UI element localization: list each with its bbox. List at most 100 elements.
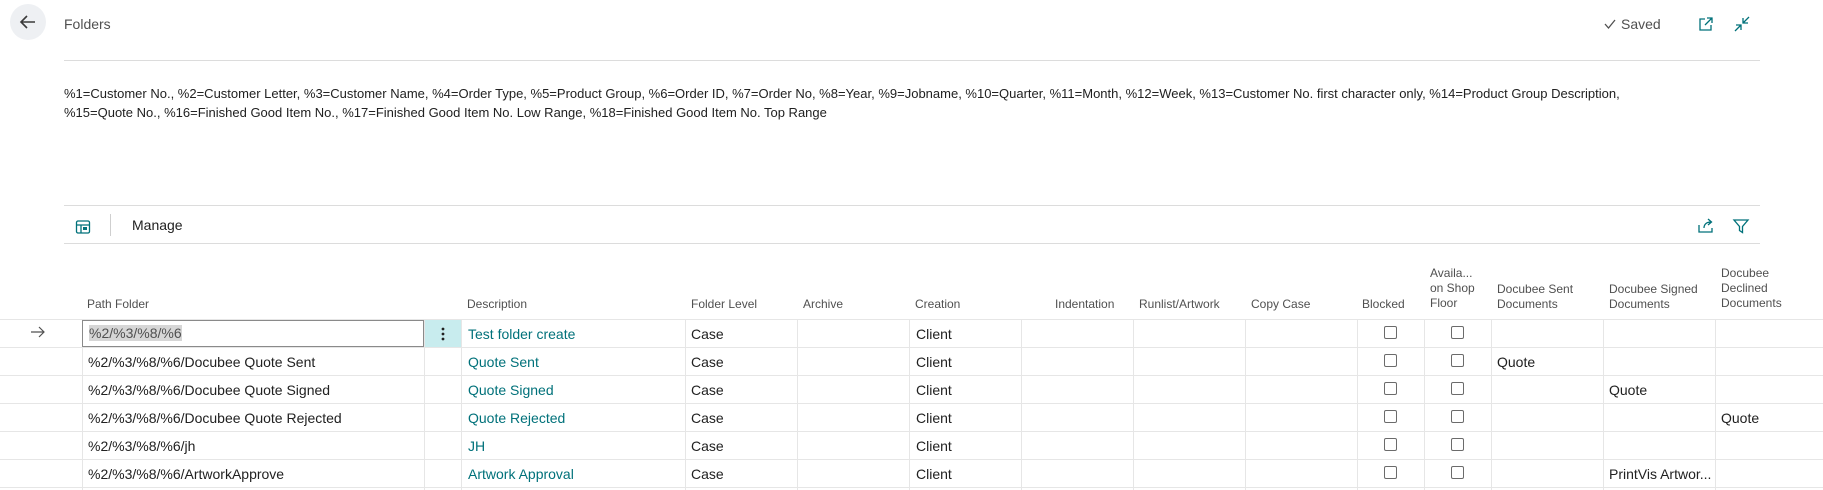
blocked-checkbox[interactable]	[1384, 410, 1397, 423]
row-divider	[0, 487, 1823, 488]
column-header-runlist-artwork[interactable]: Runlist/Artwork	[1139, 297, 1220, 312]
path-folder-cell[interactable]: %2/%3/%8/%6/Docubee Quote Signed	[88, 382, 330, 398]
column-header-copy-case[interactable]: Copy Case	[1251, 297, 1310, 312]
creation-cell[interactable]: Client	[916, 354, 952, 370]
blocked-checkbox[interactable]	[1384, 326, 1397, 339]
description-link[interactable]: Quote Signed	[468, 382, 554, 398]
creation-cell[interactable]: Client	[916, 466, 952, 482]
path-folder-cell[interactable]: %2/%3/%8/%6/ArtworkApprove	[88, 466, 284, 482]
row-divider	[0, 375, 1823, 376]
folder-level-cell[interactable]: Case	[691, 326, 724, 342]
blocked-checkbox[interactable]	[1384, 382, 1397, 395]
column-header-indentation[interactable]: Indentation	[1055, 297, 1114, 312]
blocked-checkbox[interactable]	[1384, 354, 1397, 367]
folder-level-cell[interactable]: Case	[691, 382, 724, 398]
row-pointer-icon	[31, 326, 45, 338]
column-divider	[1715, 319, 1716, 490]
description-link[interactable]: JH	[468, 438, 485, 454]
available-on-shop-floor-checkbox[interactable]	[1451, 410, 1464, 423]
available-on-shop-floor-checkbox[interactable]	[1451, 466, 1464, 479]
available-on-shop-floor-checkbox[interactable]	[1451, 438, 1464, 451]
docubee-declined-cell[interactable]: Quote	[1721, 410, 1759, 426]
column-header-docubee-sent[interactable]: Docubee Sent Documents	[1497, 282, 1573, 312]
save-status-label: Saved	[1621, 16, 1661, 32]
column-divider	[1133, 319, 1134, 490]
folder-level-cell[interactable]: Case	[691, 438, 724, 454]
path-folder-cell[interactable]: %2/%3/%8/%6/jh	[88, 438, 195, 454]
path-folder-cell[interactable]: %2/%3/%8/%6/Docubee Quote Rejected	[88, 410, 342, 426]
checkmark-icon	[1604, 19, 1616, 30]
path-folder-input[interactable]: %2/%3/%8/%6	[82, 320, 424, 347]
docubee-signed-cell[interactable]: PrintVis Artwor...	[1609, 466, 1711, 482]
docubee-sent-cell[interactable]: Quote	[1497, 354, 1535, 370]
path-folder-cell[interactable]: %2/%3/%8/%6/Docubee Quote Sent	[88, 354, 315, 370]
column-header-line: Declined	[1721, 281, 1768, 295]
back-button[interactable]	[10, 4, 46, 40]
column-header-line: on Shop	[1430, 281, 1475, 295]
description-link[interactable]: Quote Rejected	[468, 410, 565, 426]
filter-button[interactable]	[1729, 214, 1753, 238]
column-header-docubee-signed[interactable]: Docubee Signed Documents	[1609, 282, 1698, 312]
folder-level-cell[interactable]: Case	[691, 466, 724, 482]
table-view-button[interactable]	[72, 216, 94, 238]
column-header-path-folder[interactable]: Path Folder	[87, 297, 149, 312]
creation-cell[interactable]: Client	[916, 326, 952, 342]
collapse-icon	[1734, 16, 1750, 32]
blocked-checkbox[interactable]	[1384, 466, 1397, 479]
column-header-creation[interactable]: Creation	[915, 297, 960, 312]
description-link[interactable]: Artwork Approval	[468, 466, 574, 482]
row-divider	[0, 459, 1823, 460]
blocked-checkbox[interactable]	[1384, 438, 1397, 451]
column-divider	[909, 319, 910, 490]
column-divider	[685, 319, 686, 490]
column-divider	[1603, 319, 1604, 490]
column-header-line: Docubee Sent	[1497, 282, 1574, 296]
manage-menu[interactable]: Manage	[132, 217, 183, 233]
available-on-shop-floor-checkbox[interactable]	[1451, 382, 1464, 395]
path-folder-input-value: %2/%3/%8/%6	[89, 325, 182, 341]
row-actions-button[interactable]	[425, 320, 461, 347]
share-icon	[1698, 218, 1713, 233]
column-divider	[1245, 319, 1246, 490]
column-header-archive[interactable]: Archive	[803, 297, 843, 312]
column-header-line: Docubee Signed	[1609, 282, 1698, 296]
collapse-button[interactable]	[1731, 13, 1753, 35]
column-divider	[1491, 319, 1492, 490]
folder-level-cell[interactable]: Case	[691, 410, 724, 426]
back-arrow-icon	[19, 15, 35, 29]
column-header-description[interactable]: Description	[467, 297, 527, 312]
description-link[interactable]: Quote Sent	[468, 354, 539, 370]
column-header-line: Availa...	[1430, 266, 1473, 280]
column-header-docubee-declined[interactable]: Docubee Declined Documents	[1721, 266, 1782, 311]
more-options-icon	[441, 327, 445, 340]
filter-icon	[1732, 219, 1750, 234]
table-view-icon	[75, 220, 91, 234]
column-divider	[797, 319, 798, 490]
available-on-shop-floor-checkbox[interactable]	[1451, 326, 1464, 339]
column-header-line: Documents	[1609, 297, 1670, 311]
open-new-window-button[interactable]	[1695, 13, 1717, 35]
column-header-available-on-shop-floor[interactable]: Availa... on Shop Floor	[1430, 266, 1475, 311]
row-divider	[0, 347, 1823, 348]
description-link[interactable]: Test folder create	[468, 326, 575, 342]
column-header-blocked[interactable]: Blocked	[1362, 297, 1405, 312]
row-divider	[0, 403, 1823, 404]
creation-cell[interactable]: Client	[916, 382, 952, 398]
save-status: Saved	[1603, 16, 1661, 32]
placeholder-legend: %1=Customer No., %2=Customer Letter, %3=…	[64, 84, 1754, 122]
actionbar-top-divider	[64, 205, 1760, 206]
available-on-shop-floor-checkbox[interactable]	[1451, 354, 1464, 367]
page-title: Folders	[64, 16, 111, 32]
folder-level-cell[interactable]: Case	[691, 354, 724, 370]
share-button[interactable]	[1694, 214, 1718, 238]
actionbar-bottom-divider	[64, 243, 1760, 244]
column-header-line: Docubee	[1721, 266, 1770, 280]
creation-cell[interactable]: Client	[916, 410, 952, 426]
column-divider	[1424, 319, 1425, 490]
creation-cell[interactable]: Client	[916, 438, 952, 454]
docubee-signed-cell[interactable]: Quote	[1609, 382, 1647, 398]
row-pointer	[30, 325, 46, 341]
column-header-folder-level[interactable]: Folder Level	[691, 297, 757, 312]
header-divider	[64, 60, 1760, 61]
placeholder-legend-line-2: %15=Quote No., %16=Finished Good Item No…	[64, 105, 827, 120]
